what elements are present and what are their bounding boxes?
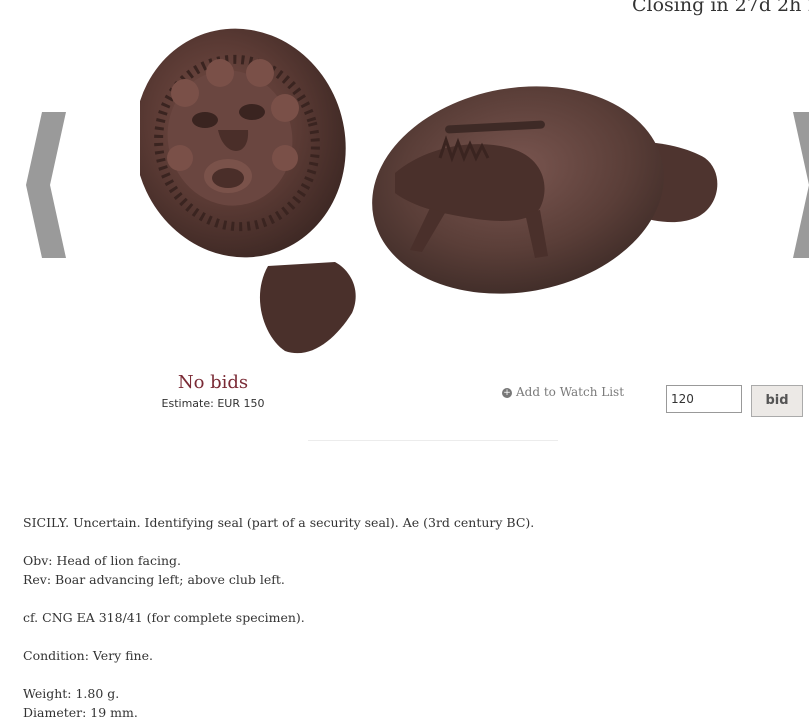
bid-count: No bids: [177, 372, 249, 393]
chevron-left-icon[interactable]: [26, 112, 70, 258]
divider: [308, 440, 558, 441]
chevron-right-icon[interactable]: [793, 112, 809, 258]
lot-description: SICILY. Uncertain. Identifying seal (par…: [23, 513, 783, 722]
lot-title: SICILY. Uncertain. Identifying seal (par…: [23, 515, 535, 530]
watch-list-label: Add to Watch List: [516, 385, 625, 399]
bid-amount-input[interactable]: [666, 385, 742, 413]
bid-button[interactable]: bid: [751, 385, 803, 417]
condition-text: Condition: Very fine.: [23, 648, 153, 663]
obverse-text: Obv: Head of lion facing.: [23, 553, 181, 568]
closing-countdown: Closing in 27d 2h 22: [632, 0, 809, 16]
reverse-text: Rev: Boar advancing left; above club lef…: [23, 572, 285, 587]
weight-text: Weight: 1.80 g.: [23, 686, 120, 701]
diameter-text: Diameter: 19 mm.: [23, 705, 138, 720]
add-to-watch-list-link[interactable]: + Add to Watch List: [502, 385, 624, 399]
estimate: Estimate: EUR 150: [161, 397, 265, 410]
bid-status: No bids Estimate: EUR 150: [150, 372, 276, 410]
reverse-boar-seal: [372, 86, 718, 294]
obverse-lion-seal: [140, 28, 356, 354]
reference-text: cf. CNG EA 318/41 (for complete specimen…: [23, 610, 305, 625]
plus-circle-icon: +: [502, 388, 512, 398]
lot-image[interactable]: [140, 18, 730, 363]
